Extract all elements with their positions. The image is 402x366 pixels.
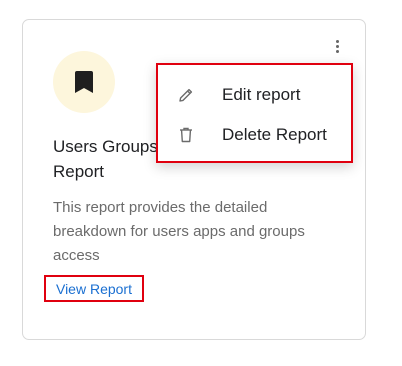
pencil-icon xyxy=(177,86,195,104)
more-options-icon[interactable] xyxy=(327,35,347,57)
trash-icon xyxy=(177,126,195,144)
menu-item-delete-report[interactable]: Delete Report xyxy=(158,116,351,154)
menu-item-label: Delete Report xyxy=(222,125,327,144)
report-icon-badge xyxy=(53,51,115,113)
menu-item-label: Edit report xyxy=(222,85,301,104)
menu-item-edit-report[interactable]: Edit report xyxy=(158,76,351,114)
bookmark-icon xyxy=(75,71,93,93)
report-description: This report provides the detailed breakd… xyxy=(53,199,305,264)
view-report-link[interactable]: View Report xyxy=(44,275,144,302)
report-options-menu: Edit report Delete Report xyxy=(156,63,353,163)
